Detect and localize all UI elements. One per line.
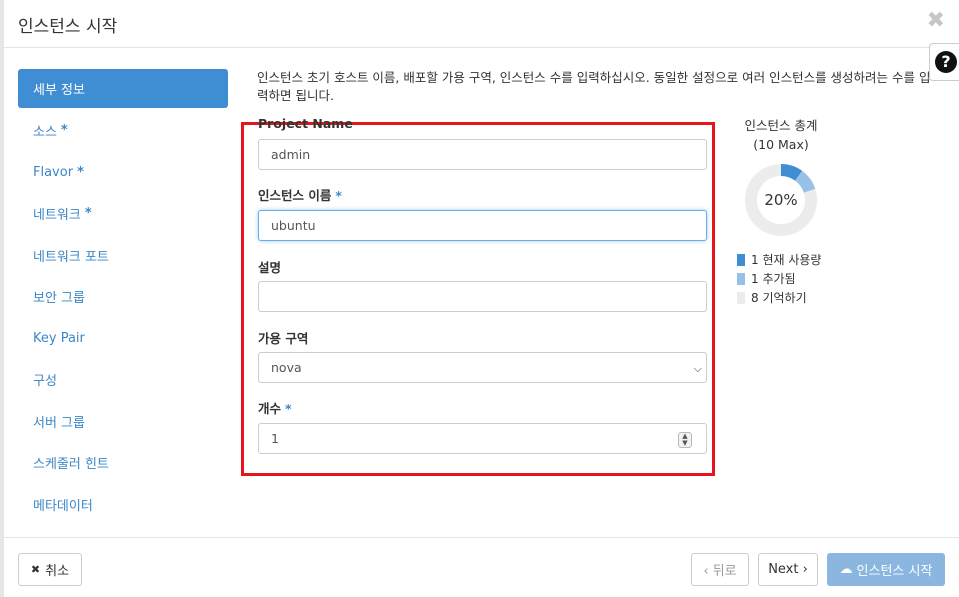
- description-input[interactable]: [258, 281, 707, 312]
- cloud-upload-icon: ☁: [839, 562, 853, 577]
- cancel-button[interactable]: ✖ 취소: [18, 553, 82, 586]
- nav-item-label: Key Pair: [33, 330, 85, 346]
- modal-title: 인스턴스 시작: [18, 17, 118, 37]
- nav-item[interactable]: 네트워크 포트: [18, 235, 228, 277]
- nav-item[interactable]: 세부 정보: [18, 69, 228, 108]
- quota-donut-chart: 20%: [745, 164, 817, 236]
- nav-item-label: 스케줄러 힌트: [33, 457, 109, 473]
- count-stepper[interactable]: 1 ▲ ▼: [258, 423, 707, 454]
- project-name-field[interactable]: admin: [258, 139, 707, 170]
- nav-item-label: 소스: [33, 125, 57, 141]
- wizard-nav: 세부 정보 소스 * Flavor * 네트워크 * 네트워크 포트 보안 그룹 Key Pair…: [18, 69, 228, 525]
- nav-item[interactable]: 스케줄러 힌트: [18, 442, 228, 484]
- donut-added-segment: [794, 170, 816, 193]
- legend-label: 1 현재 사용량: [751, 253, 822, 267]
- nav-item-label: 서버 그룹: [33, 415, 85, 431]
- donut-percent-label: 20%: [764, 191, 797, 209]
- legend-item: 1 추가됨: [737, 269, 821, 288]
- legend-item: 1 현재 사용량: [737, 250, 821, 269]
- close-icon[interactable]: ✖: [927, 10, 945, 32]
- required-mark: *: [77, 164, 84, 180]
- nav-item[interactable]: 구성: [18, 359, 228, 401]
- modal-header: 인스턴스 시작 ✖: [0, 0, 959, 48]
- spinner-arrows-icon[interactable]: ▲ ▼: [678, 432, 692, 448]
- nav-item-label: 메타데이터: [33, 498, 93, 514]
- back-button[interactable]: ‹ 뒤로: [691, 553, 749, 586]
- chevron-down-icon: ⌵: [693, 362, 702, 375]
- legend-swatch: [737, 291, 745, 304]
- legend-swatch: [737, 272, 745, 285]
- count-label: 개수 *: [258, 401, 292, 416]
- next-button[interactable]: Next ›: [758, 553, 818, 586]
- quota-title: 인스턴스 총계 (10 Max): [744, 118, 818, 152]
- quota-legend: 1 현재 사용량 1 추가됨 8 기억하기: [737, 250, 821, 307]
- nav-item[interactable]: Key Pair: [18, 318, 228, 360]
- nav-item[interactable]: 소스 *: [18, 110, 228, 152]
- nav-item-label: 구성: [33, 374, 57, 390]
- nav-item-label: Flavor: [33, 164, 74, 180]
- donut-current-segment: [780, 164, 803, 181]
- project-name-label: Project Name: [258, 116, 353, 131]
- required-mark: *: [60, 123, 68, 139]
- backdrop-edge: [0, 0, 4, 597]
- required-mark: *: [84, 206, 92, 222]
- nav-item-label: 세부 정보: [33, 83, 85, 98]
- nav-item[interactable]: 보안 그룹: [18, 276, 228, 318]
- launch-instance-button[interactable]: ☁ 인스턴스 시작: [827, 553, 945, 586]
- help-icon: ?: [935, 51, 957, 73]
- legend-label: 1 추가됨: [751, 272, 796, 286]
- description-label: 설명: [258, 260, 282, 275]
- launch-instance-modal: 인스턴스 시작 ✖ ? 세부 정보 소스 * Flavor * 네트워크 * 네트워크 포트 보…: [0, 0, 959, 597]
- legend-label: 8 기억하기: [751, 291, 807, 305]
- nav-item-label: 네트워크 포트: [33, 249, 109, 265]
- availability-zone-select[interactable]: nova ⌵: [258, 352, 707, 383]
- nav-item[interactable]: 메타데이터: [18, 484, 228, 526]
- legend-swatch: [737, 253, 745, 266]
- availability-zone-label: 가용 구역: [258, 331, 309, 346]
- nav-item[interactable]: 서버 그룹: [18, 401, 228, 443]
- nav-item-label: 네트워크: [33, 208, 81, 224]
- nav-item[interactable]: Flavor *: [18, 152, 228, 194]
- nav-item-label: 보안 그룹: [33, 291, 85, 307]
- nav-item[interactable]: 네트워크 *: [18, 193, 228, 235]
- instance-name-input[interactable]: ubuntu: [258, 210, 707, 241]
- intro-text: 인스턴스 초기 호스트 이름, 배포할 가용 구역, 인스턴스 수를 입력하십시…: [257, 70, 931, 103]
- close-icon: ✖: [30, 563, 41, 576]
- instance-name-label: 인스턴스 이름 *: [258, 188, 342, 203]
- legend-item: 8 기억하기: [737, 288, 821, 307]
